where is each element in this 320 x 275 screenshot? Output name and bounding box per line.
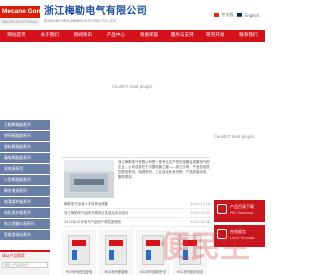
nav-news[interactable]: 新闻资讯 [66,30,99,42]
nav-home[interactable]: 网站首页 [0,30,33,42]
watermark: 便民生 [160,230,250,265]
right-plugin-message: Couldn't load plugin. [214,134,256,139]
product-search-box: 请从产品搜索 请输入产品关键字 [0,250,50,275]
language-switcher: 中文版 English [213,12,259,18]
nav-honors[interactable]: 资质荣誉 [133,30,166,42]
news-title[interactable]: 2014年10月电气产品用户满意度调查 [64,218,121,226]
category-item[interactable]: 电机保护器系列 [0,208,50,218]
download-box[interactable]: 产品目录下载 PDF Download [214,200,265,222]
product-card[interactable]: MCB系列断路器 [99,230,133,275]
product-caption: MCB系列断路器 [104,270,128,274]
category-item[interactable]: 智能型电动系列 [0,230,50,240]
news-title[interactable]: 浙江梅勒电气组织开展岗位技能及安全培训 [64,209,128,217]
category-item[interactable]: 剩余电流系列 [0,186,50,196]
category-item[interactable]: 塑料断路器系列 [0,142,50,152]
nav-research[interactable]: 研究开发 [199,30,232,42]
nav-about[interactable]: 关于我们 [33,30,66,42]
product-search-title: 请从产品搜索 [2,253,25,258]
news-item[interactable]: 梅勒电气加强人才培养及储备 2014-11-18 [64,200,210,209]
product-card[interactable]: MC9系列低压配电 [62,230,96,275]
china-flag-icon [213,13,219,17]
product-caption: MCE系列漏电开关 [139,270,167,274]
category-item[interactable]: 电涌保护器系列 [0,197,50,207]
company-logo[interactable]: Mecane Gonso MAILEN ELECTRICAL [0,6,40,26]
company-name-en: ZHEJIANG MEILANDEN ELECTRIC CO.,LTD [44,19,116,23]
main-nav: 网站首页 关于我们 新闻资讯 产品中心 资质荣誉 服务与支持 研究开发 联系我们 [0,30,265,42]
download-icon [217,204,227,214]
site-header: Mecane Gonso MAILEN ELECTRICAL 浙江梅勒电气有限公… [0,0,265,30]
nav-products[interactable]: 产品中心 [99,30,132,42]
download-subtitle: PDF Download [230,211,254,215]
product-search-input[interactable]: 请输入产品关键字 [2,262,48,268]
category-item[interactable]: 万能断路器系列 [0,120,50,130]
company-photo [64,160,114,198]
logo-subtext: MAILEN ELECTRICAL [0,18,40,26]
category-item[interactable]: 双电源系列 [0,164,50,174]
product-image [68,235,90,265]
category-item[interactable]: 漏电断路器系列 [0,153,50,163]
logo-text: Mecane Gonso [0,6,40,18]
news-header [62,150,210,158]
category-item[interactable]: 电力测量仪表系列 [0,219,50,229]
lang-cn-link[interactable]: 中文版 [222,12,234,18]
news-item[interactable]: 浙江梅勒电气组织开展岗位技能及安全培训 2014-11-05 [64,209,210,218]
uk-flag-icon [236,13,242,17]
lang-en-link[interactable]: English [245,13,259,18]
nav-contact[interactable]: 联系我们 [232,30,265,42]
company-name: 浙江梅勒电气有限公司 ZHEJIANG MEILANDEN ELECTRIC C… [44,6,147,24]
category-list: 万能断路器系列 塑壳断路器系列 塑料断路器系列 漏电断路器系列 双电源系列 小型… [0,120,50,241]
category-item[interactable]: 塑壳断路器系列 [0,131,50,141]
news-date: 2014-11-05 [190,211,210,215]
banner-plugin-message: Couldn't load plugin. [112,84,154,89]
left-sidebar: 万能断路器系列 塑壳断路器系列 塑料断路器系列 漏电断路器系列 双电源系列 小型… [0,120,50,275]
company-intro: 浙江梅勒电气有限公司是一家专业生产低压电器及成套电气的企业，公司总部位于中国电器… [118,160,210,179]
company-name-cn: 浙江梅勒电气有限公司 [44,6,147,17]
nav-service[interactable]: 服务与支持 [166,30,199,42]
product-caption: MCL系列剩余电流 [177,270,203,274]
product-caption: MC9系列低压配电 [65,270,93,274]
category-item[interactable]: 小型断路器系列 [0,175,50,185]
product-image [105,235,127,265]
news-date: 2014-11-18 [190,202,210,206]
download-title: 产品目录下载 [230,204,254,209]
news-title[interactable]: 梅勒电气加强人才培养及储备 [64,200,108,208]
